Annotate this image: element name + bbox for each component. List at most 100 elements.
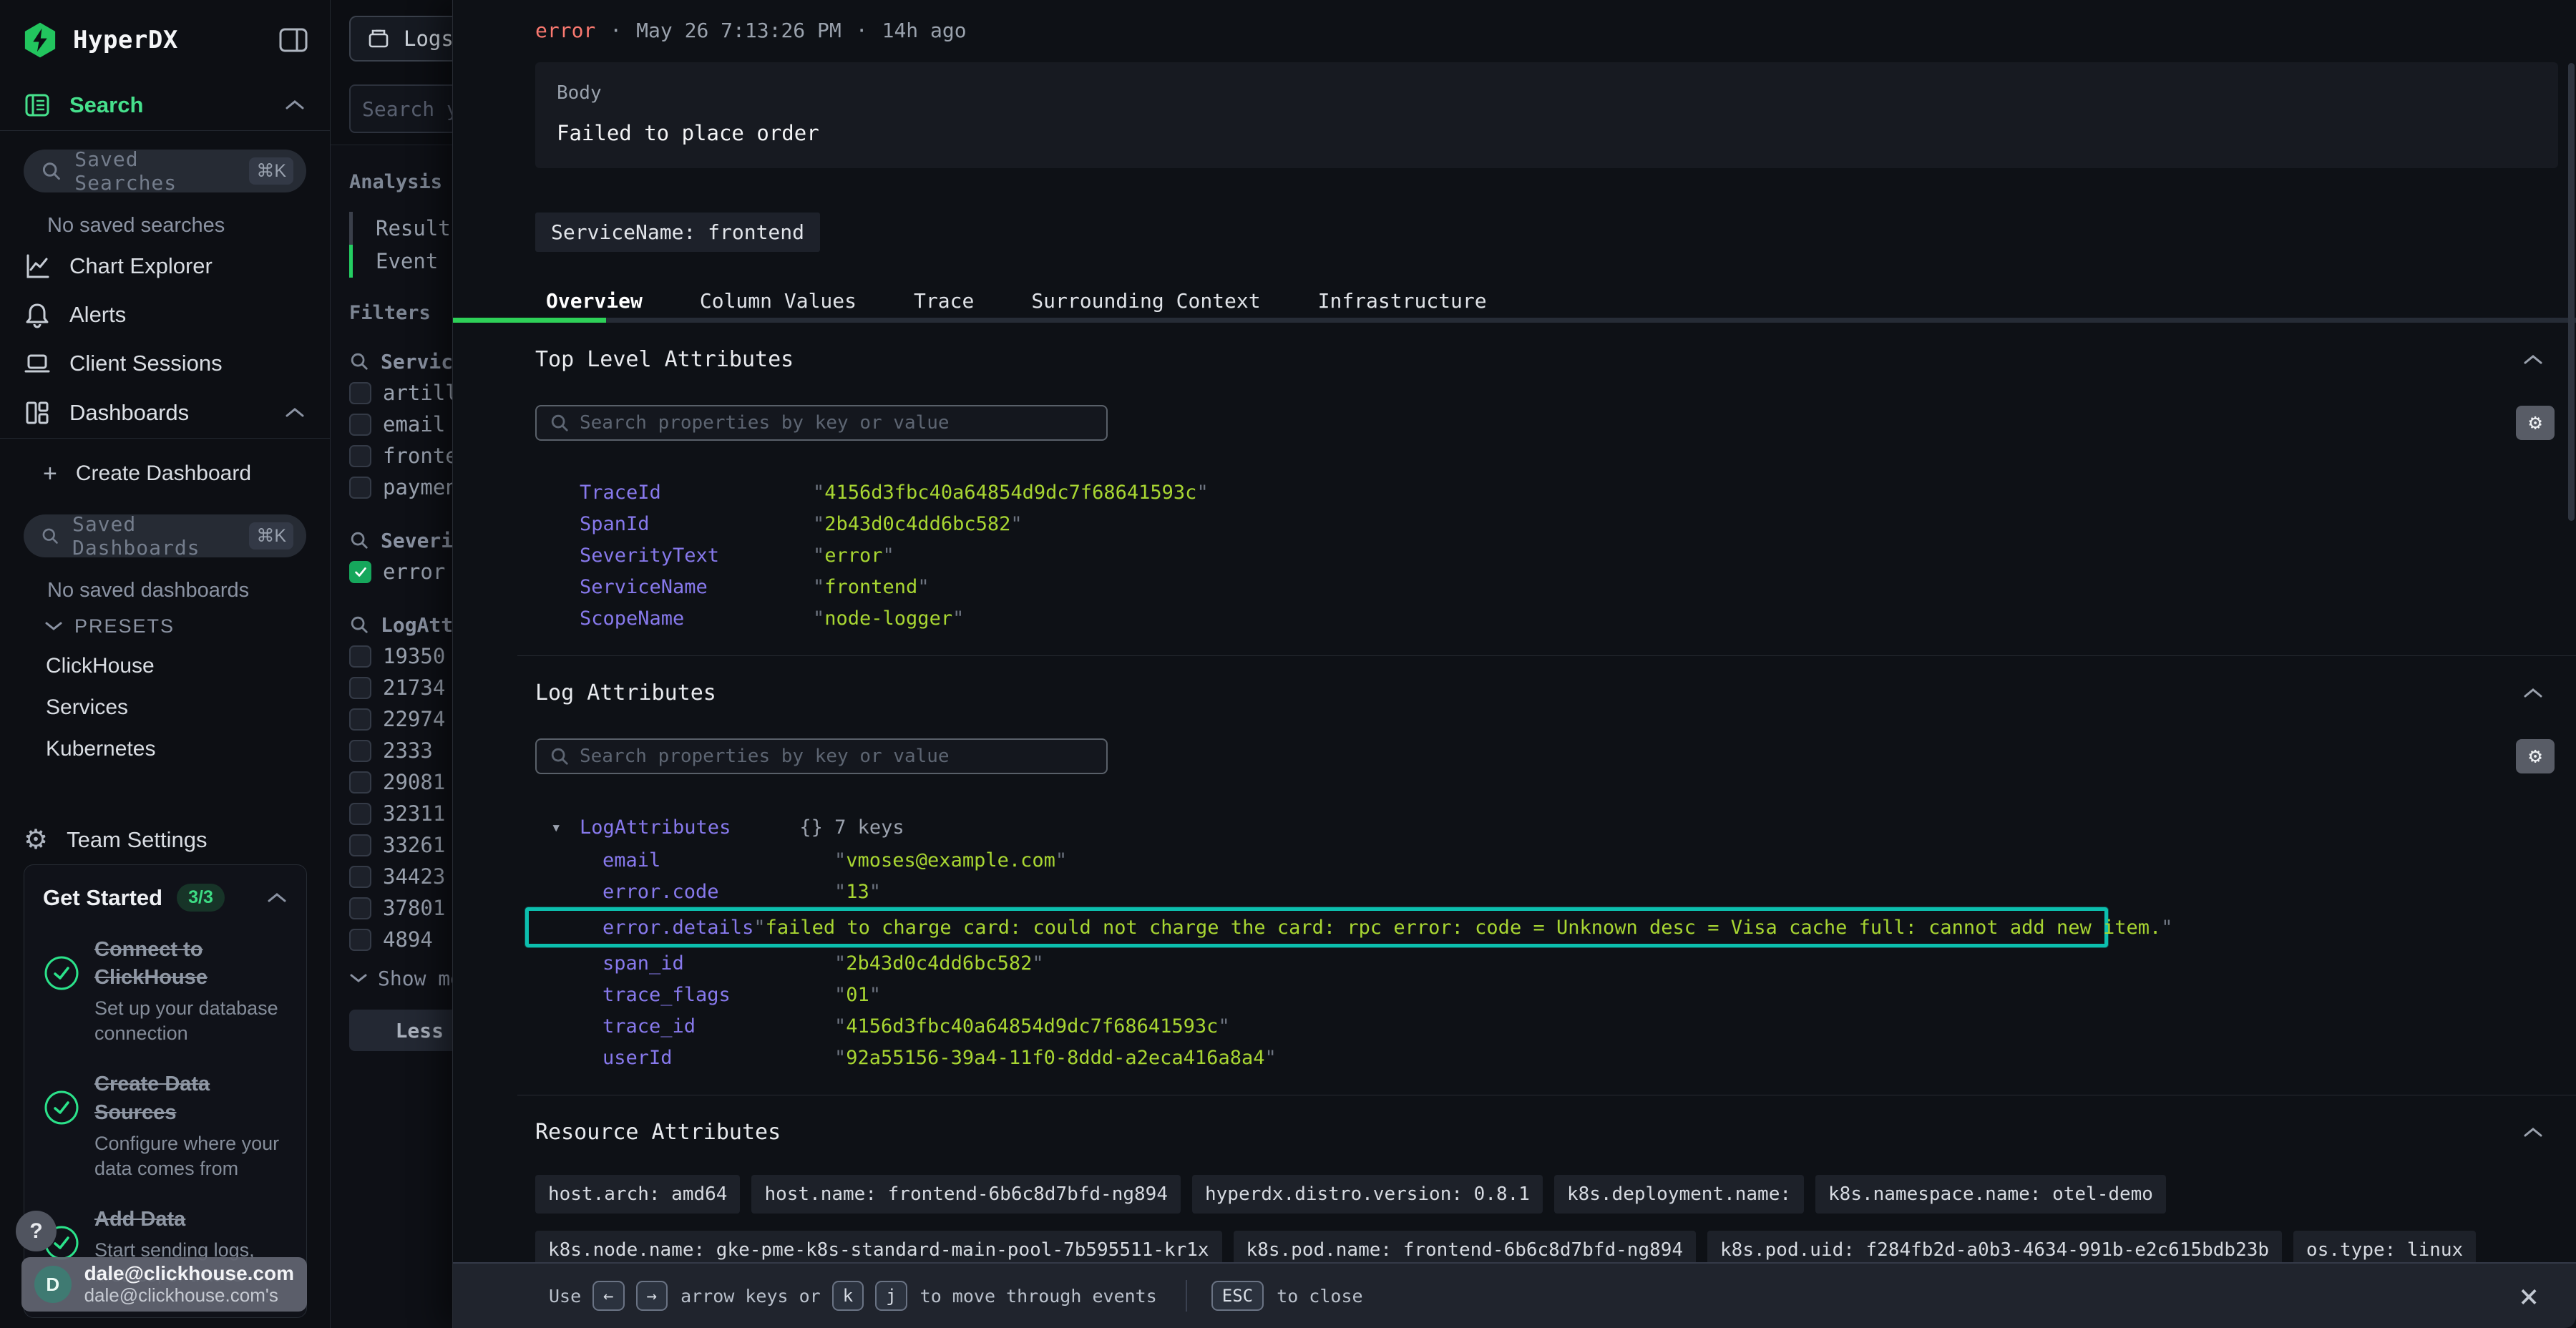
sidebar-item-search[interactable]: Search [0,80,330,130]
get-started-item[interactable]: Connect to ClickHouseSet up your databas… [43,936,288,1046]
filter-option[interactable]: 34423 [349,861,452,892]
event-search-box[interactable] [349,84,452,133]
checkbox-unchecked[interactable] [349,477,371,499]
less-filters-button[interactable]: Less fil [349,1010,452,1051]
analysis-mode-option[interactable]: Event Patterns [376,245,452,278]
attribute-key[interactable]: ServiceName [580,576,813,598]
filter-option[interactable]: 4894 [349,924,452,955]
attribute-value[interactable]: "13" [834,881,881,903]
resource-tag[interactable]: k8s.namespace.name: otel-demo [1815,1175,2166,1214]
attribute-key[interactable]: trace_id [602,1015,834,1038]
property-search-input[interactable] [580,412,1080,434]
checkbox-unchecked[interactable] [349,803,371,825]
close-icon[interactable]: × [2519,1279,2539,1312]
checkbox-unchecked[interactable] [349,677,371,699]
attribute-value[interactable]: "92a55156-39a4-11f0-8ddd-a2eca416a8a4" [834,1047,1277,1069]
attribute-value[interactable]: "01" [834,984,881,1006]
filter-option[interactable]: 2333 [349,735,452,766]
service-name-tag[interactable]: ServiceName: frontend [535,213,820,252]
property-search-box[interactable] [535,405,1108,441]
sidebar-item-dashboards[interactable]: Dashboards [0,388,330,438]
filter-option[interactable]: 33261 [349,829,452,861]
help-button[interactable]: ? [16,1211,57,1251]
collapse-sidebar-icon[interactable] [278,26,308,54]
resource-tag[interactable]: host.arch: amd64 [535,1175,740,1214]
chevron-up-icon[interactable] [2522,1126,2545,1140]
analysis-mode-option[interactable]: Results Table [376,212,452,245]
sidebar-item-team-settings[interactable]: ⚙ Team Settings [0,816,330,864]
checkbox-unchecked[interactable] [349,866,371,888]
scrollbar-thumb[interactable] [2568,63,2575,521]
checkbox-unchecked[interactable] [349,740,371,762]
checkbox-unchecked[interactable] [349,834,371,856]
log-attributes-tree-root[interactable]: ▾ LogAttributes {} 7 keys [535,810,2555,844]
attribute-value[interactable]: "4156d3fbc40a64854d9dc7f68641593c" [834,1015,1230,1038]
get-started-item[interactable]: Create Data SourcesConfigure where your … [43,1070,288,1181]
tab-column-values[interactable]: Column Values [671,285,885,318]
property-search-box[interactable] [535,738,1108,774]
attribute-key[interactable]: error.code [602,881,834,903]
resource-tag[interactable]: host.name: frontend-6b6c8d7bfd-ng894 [751,1175,1181,1214]
presets-toggle[interactable]: PRESETS [0,607,330,645]
attribute-key[interactable]: trace_flags [602,984,834,1006]
checkbox-unchecked[interactable] [349,645,371,668]
attribute-key[interactable]: span_id [602,952,834,975]
tab-surrounding-context[interactable]: Surrounding Context [1002,285,1289,318]
attribute-key[interactable]: SpanId [580,513,813,535]
filter-option[interactable]: 29081 [349,766,452,798]
tab-infrastructure[interactable]: Infrastructure [1289,285,1516,318]
saved-searches-input[interactable]: Saved Searches ⌘K [24,150,306,192]
filter-option[interactable]: 37801 [349,892,452,924]
preset-link-kubernetes[interactable]: Kubernetes [0,728,330,770]
filter-option[interactable]: payment [349,472,452,503]
chevron-up-icon[interactable] [284,99,306,112]
attribute-value[interactable]: "error" [813,545,894,567]
filter-option[interactable]: frontend [349,440,452,472]
checkbox-checked[interactable] [349,561,371,583]
tab-trace[interactable]: Trace [885,285,1002,318]
checkbox-unchecked[interactable] [349,771,371,794]
attribute-value[interactable]: "frontend" [813,576,930,598]
filter-option[interactable]: 22974 [349,703,452,735]
filter-option[interactable]: 21734 [349,672,452,703]
chevron-up-icon[interactable] [2522,686,2545,700]
property-search-input[interactable] [580,746,1080,767]
resource-tag[interactable]: k8s.pod.uid: f284fb2d-a0b3-4634-991b-e2c… [1707,1231,2282,1262]
resource-tag[interactable]: hyperdx.distro.version: 0.8.1 [1192,1175,1543,1214]
user-menu[interactable]: D dale@clickhouse.com dale@clickhouse.co… [21,1257,307,1312]
saved-dashboards-input[interactable]: Saved Dashboards ⌘K [24,514,306,557]
attribute-value[interactable]: "node-logger" [813,607,964,630]
resource-tag[interactable]: k8s.node.name: gke-pme-k8s-standard-main… [535,1231,1222,1262]
tab-overview[interactable]: Overview [517,285,671,318]
attribute-key[interactable]: ScopeName [580,607,813,630]
resource-tag[interactable]: os.type: linux [2293,1231,2476,1262]
attribute-key[interactable]: userId [602,1047,834,1069]
show-more-toggle[interactable]: Show more [349,962,452,994]
attribute-key[interactable]: SeverityText [580,545,813,567]
filter-option[interactable]: 32311 [349,798,452,829]
attributes-settings-button[interactable]: ⚙ [2516,406,2555,440]
attribute-value[interactable]: "4156d3fbc40a64854d9dc7f68641593c" [813,482,1209,504]
checkbox-unchecked[interactable] [349,445,371,467]
attribute-value[interactable]: "2b43d0c4dd6bc582" [834,952,1044,975]
attribute-key[interactable]: error.details [602,917,753,939]
sidebar-item-chart-explorer[interactable]: Chart Explorer [0,242,330,290]
attribute-key[interactable]: email [602,849,834,872]
checkbox-unchecked[interactable] [349,708,371,731]
filter-option[interactable]: error [349,556,452,587]
preset-link-services[interactable]: Services [0,687,330,728]
checkbox-unchecked[interactable] [349,897,371,919]
checkbox-unchecked[interactable] [349,382,371,404]
filter-option[interactable]: email [349,409,452,440]
attribute-value[interactable]: "2b43d0c4dd6bc582" [813,513,1023,535]
resource-tag[interactable]: k8s.pod.name: frontend-6b6c8d7bfd-ng894 [1234,1231,1696,1262]
filter-option[interactable]: artillery-loa [349,377,452,409]
sidebar-item-client-sessions[interactable]: Client Sessions [0,339,330,388]
tree-root-key[interactable]: LogAttributes [580,816,731,839]
attribute-value[interactable]: "failed to charge card: could not charge… [753,917,2172,939]
filter-option[interactable]: 19350 [349,640,452,672]
checkbox-unchecked[interactable] [349,929,371,951]
chevron-up-icon[interactable] [284,406,306,419]
attribute-key[interactable]: TraceId [580,482,813,504]
chevron-up-icon[interactable] [2522,353,2545,367]
